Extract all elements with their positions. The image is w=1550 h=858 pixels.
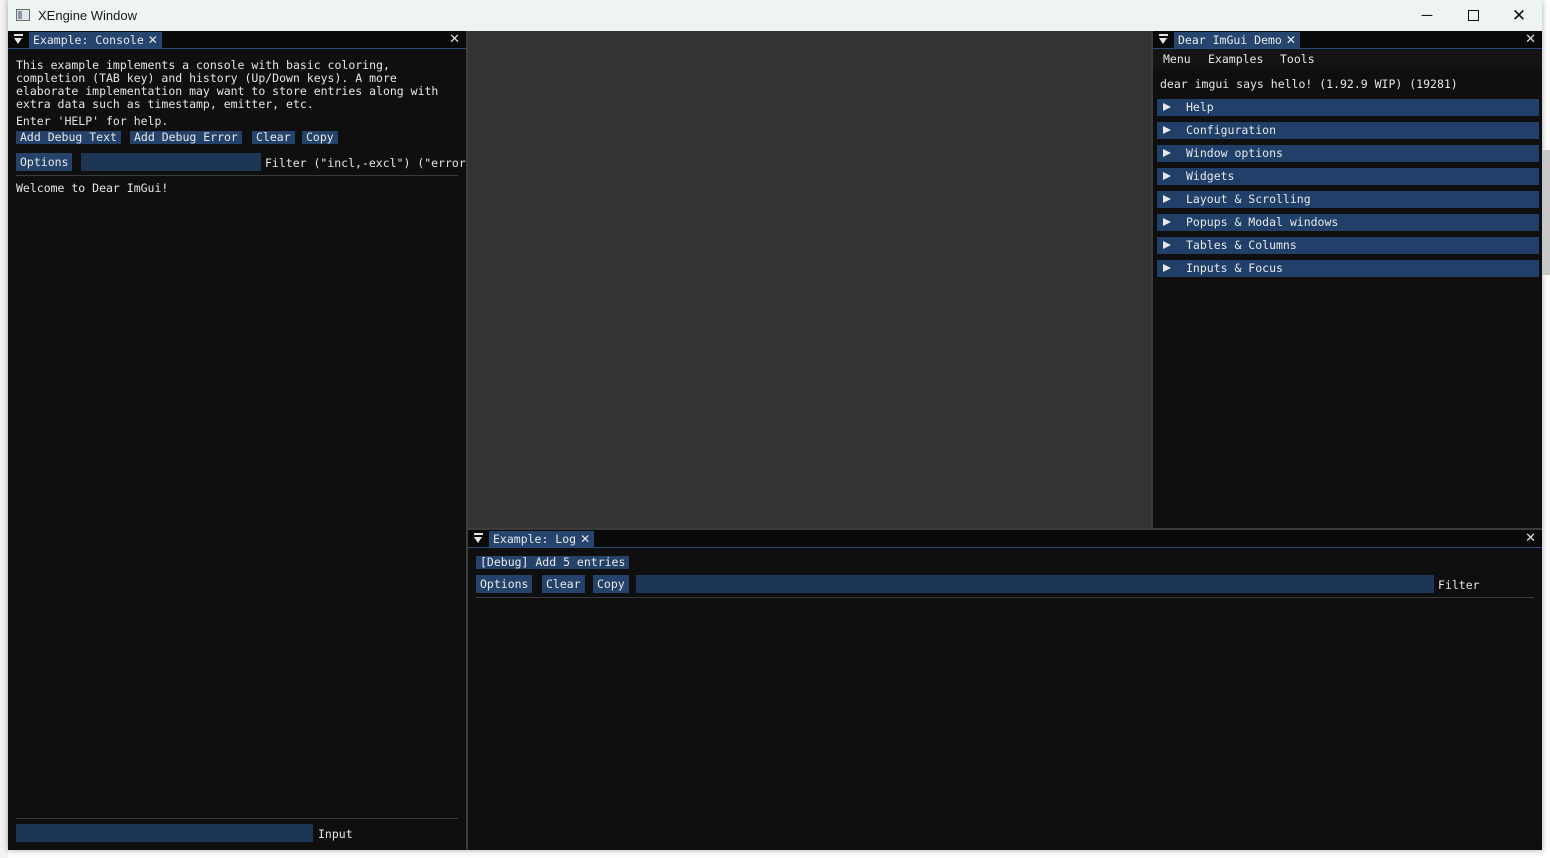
window-menu-triangle-icon[interactable]: [14, 34, 24, 46]
console-input-field[interactable]: [16, 824, 313, 842]
minimize-button[interactable]: ─: [1404, 0, 1450, 31]
menu-item-examples[interactable]: Examples: [1208, 52, 1263, 66]
console-clear-button[interactable]: Clear: [252, 131, 295, 144]
console-copy-button[interactable]: Copy: [302, 131, 338, 144]
tree-arrow-right-icon: [1163, 172, 1171, 180]
add-debug-error-button[interactable]: Add Debug Error: [130, 131, 242, 144]
collapsing-header-tables-columns[interactable]: Tables & Columns: [1157, 237, 1539, 254]
add-5-entries-button[interactable]: [Debug] Add 5 entries: [476, 556, 630, 569]
divider: [16, 175, 458, 176]
collapsing-header-label: Layout & Scrolling: [1186, 192, 1311, 206]
xengine-window: XEngine Window ─ ✕ Example: Console ✕ ✕ T…: [8, 0, 1542, 850]
window-title: XEngine Window: [38, 8, 137, 23]
maximize-button[interactable]: [1450, 0, 1496, 31]
close-icon[interactable]: ✕: [148, 33, 158, 47]
maximize-icon: [1467, 10, 1479, 21]
collapsing-header-inputs-focus[interactable]: Inputs & Focus: [1157, 260, 1539, 277]
tab-console-label: Example: Console: [33, 33, 144, 47]
add-debug-text-button[interactable]: Add Debug Text: [16, 131, 121, 144]
desktop-background-edge: [0, 0, 8, 858]
log-panel-header: Example: Log ✕ ✕: [468, 530, 1542, 548]
console-filter-input[interactable]: [81, 153, 261, 171]
collapsing-header-widgets[interactable]: Widgets: [1157, 168, 1539, 185]
demo-menubar: Menu Examples Tools: [1153, 49, 1542, 68]
collapsing-header-layout-scrolling[interactable]: Layout & Scrolling: [1157, 191, 1539, 208]
tab-imgui-demo-label: Dear ImGui Demo: [1178, 33, 1282, 47]
console-filter-label: Filter ("incl,-excl") ("error: [265, 156, 466, 170]
tree-arrow-right-icon: [1163, 195, 1171, 203]
collapsing-header-label: Popups & Modal windows: [1186, 215, 1339, 229]
log-close-icon[interactable]: ✕: [1525, 530, 1536, 547]
collapsing-header-label: Widgets: [1186, 169, 1235, 183]
log-filter-label: Filter: [1438, 578, 1480, 592]
app-window-icon: [16, 9, 30, 21]
demo-panel-header: Dear ImGui Demo ✕ ✕: [1153, 31, 1542, 49]
tree-arrow-right-icon: [1163, 103, 1171, 111]
dock-central-node: [468, 31, 1151, 528]
collapsing-header-configuration[interactable]: Configuration: [1157, 122, 1539, 139]
console-close-icon[interactable]: ✕: [449, 31, 460, 48]
tab-log[interactable]: Example: Log ✕: [489, 531, 595, 547]
console-help-hint: Enter 'HELP' for help.: [16, 114, 169, 128]
demo-close-icon[interactable]: ✕: [1525, 31, 1536, 48]
log-filter-input[interactable]: [636, 575, 1434, 593]
log-options-button[interactable]: Options: [476, 575, 533, 593]
close-window-button[interactable]: ✕: [1496, 0, 1542, 31]
log-panel: Example: Log ✕ ✕ [Debug] Add 5 entries Op…: [468, 530, 1542, 850]
console-description-line: completion (TAB key) and history (Up/Dow…: [16, 71, 397, 85]
console-panel: Example: Console ✕ ✕ This example impleme…: [8, 31, 466, 850]
console-description-line: extra data such as timestamp, emitter, e…: [16, 97, 314, 111]
console-panel-header: Example: Console ✕ ✕: [8, 31, 466, 49]
tree-arrow-right-icon: [1163, 149, 1171, 157]
divider: [16, 818, 458, 819]
console-input-label: Input: [318, 827, 353, 841]
tree-arrow-right-icon: [1163, 264, 1171, 272]
menu-item-tools[interactable]: Tools: [1280, 52, 1315, 66]
log-clear-button[interactable]: Clear: [542, 575, 585, 593]
log-copy-button[interactable]: Copy: [593, 575, 629, 593]
demo-panel: Dear ImGui Demo ✕ ✕ Menu Examples Tools d…: [1153, 31, 1542, 528]
menu-item-menu[interactable]: Menu: [1163, 52, 1191, 66]
collapsing-header-popups-modals[interactable]: Popups & Modal windows: [1157, 214, 1539, 231]
window-menu-triangle-icon[interactable]: [474, 533, 484, 545]
collapsing-header-window-options[interactable]: Window options: [1157, 145, 1539, 162]
background-scrollbar-thumb: [1542, 150, 1550, 275]
collapsing-header-label: Help: [1186, 100, 1214, 114]
tree-arrow-right-icon: [1163, 126, 1171, 134]
collapsing-header-help[interactable]: Help: [1157, 99, 1539, 116]
window-menu-triangle-icon[interactable]: [1159, 34, 1169, 46]
close-icon[interactable]: ✕: [580, 532, 590, 546]
collapsing-header-label: Configuration: [1186, 123, 1277, 137]
collapsing-header-label: Inputs & Focus: [1186, 261, 1283, 275]
divider: [476, 597, 1534, 598]
tab-log-label: Example: Log: [493, 532, 577, 546]
imgui-dockspace: Example: Console ✕ ✕ This example impleme…: [8, 31, 1542, 850]
tree-arrow-right-icon: [1163, 218, 1171, 226]
console-log-line: Welcome to Dear ImGui!: [16, 181, 169, 195]
close-icon[interactable]: ✕: [1286, 33, 1296, 47]
tab-console[interactable]: Example: Console ✕: [29, 32, 162, 48]
console-options-button[interactable]: Options: [16, 153, 73, 171]
tree-arrow-right-icon: [1163, 241, 1171, 249]
console-description-line: elaborate implementation may want to sto…: [16, 84, 439, 98]
tab-imgui-demo[interactable]: Dear ImGui Demo ✕: [1174, 32, 1300, 48]
collapsing-header-label: Tables & Columns: [1186, 238, 1297, 252]
demo-hello-text: dear imgui says hello! (1.92.9 WIP) (192…: [1160, 77, 1458, 91]
title-bar[interactable]: XEngine Window ─ ✕: [8, 0, 1542, 31]
collapsing-header-label: Window options: [1186, 146, 1283, 160]
console-description-line: This example implements a console with b…: [16, 58, 390, 72]
